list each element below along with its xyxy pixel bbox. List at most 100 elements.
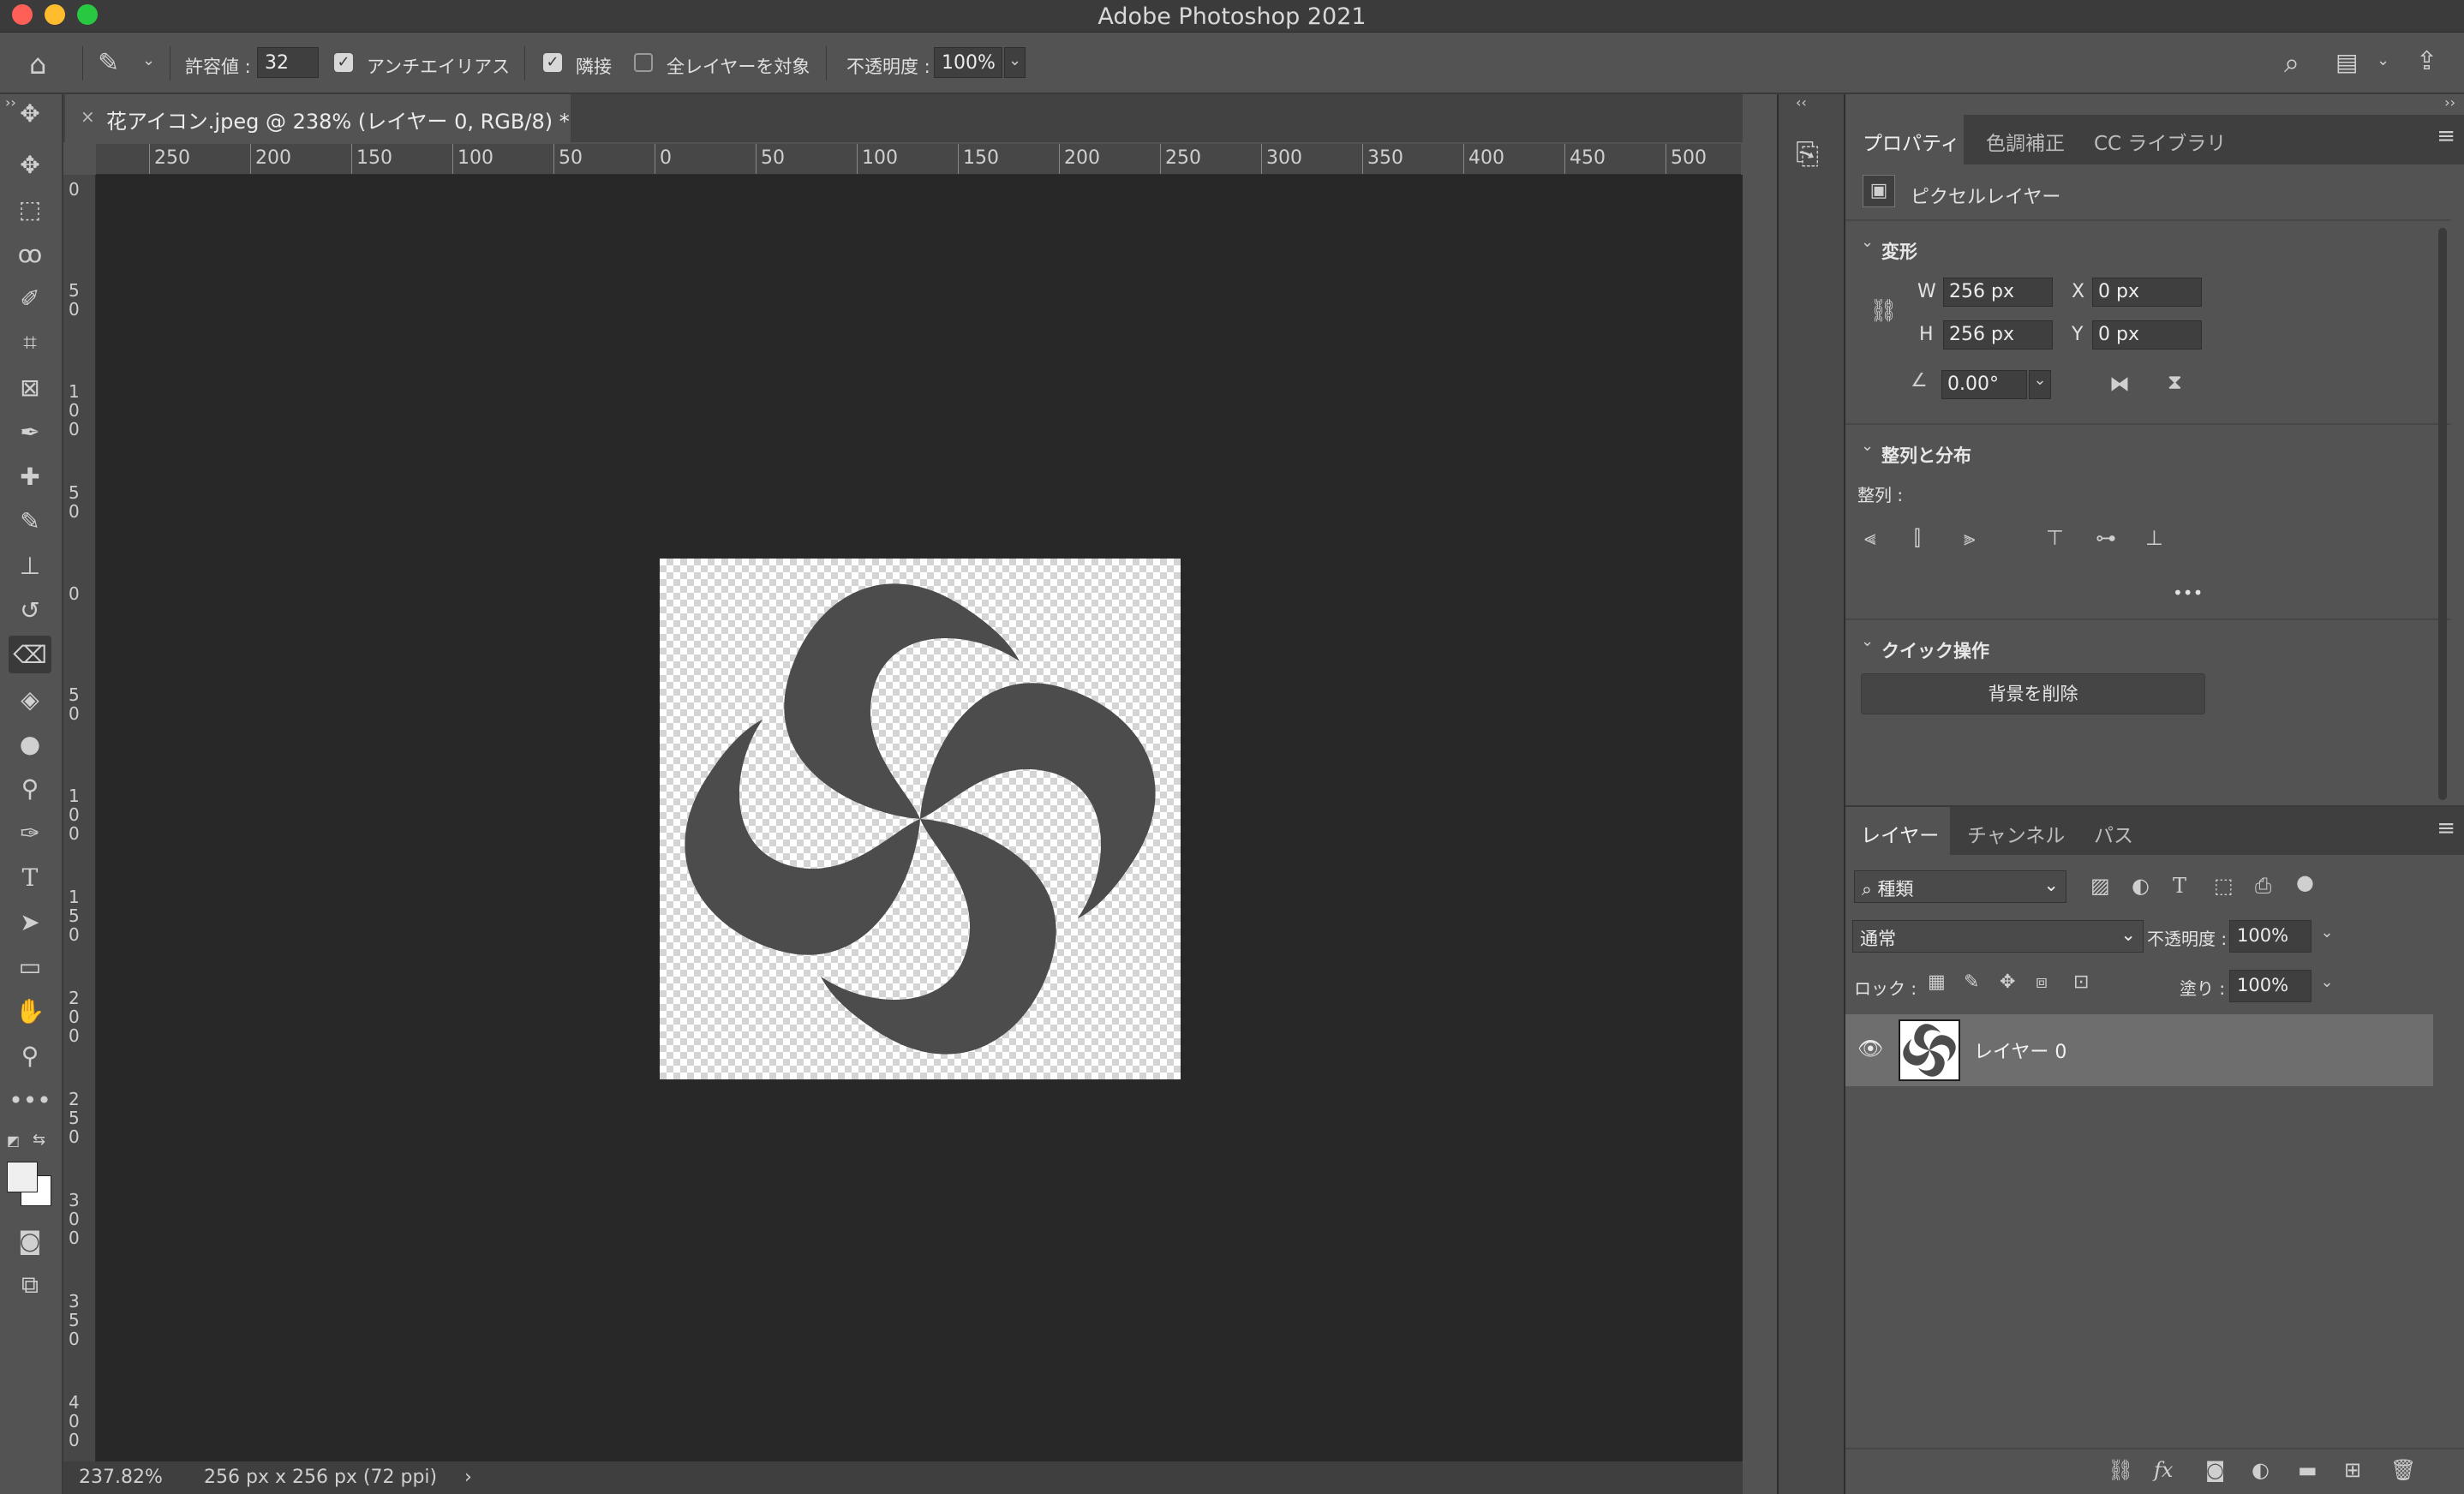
remove-background-button[interactable]: 背景を削除 [1861,673,2205,714]
opacity-input[interactable]: 100% [934,47,1002,78]
history-panel-icon[interactable]: ⎘ [1796,137,1819,171]
align-bottom-icon[interactable]: ⊥ [2145,526,2163,550]
quick-mask-icon[interactable]: ◙ [9,1222,51,1259]
paint-bucket-tool-icon[interactable]: ◈ [9,680,51,718]
layer-opacity-field[interactable]: 100% [2229,920,2311,953]
filter-smart-object-icon[interactable]: ⎙ [2255,874,2271,898]
new-layer-icon[interactable]: ⊞ [2344,1458,2361,1482]
trash-icon[interactable]: 🗑 [2390,1458,2416,1482]
pen-tool-icon[interactable]: ✑ [9,814,51,852]
frame-tool-icon[interactable]: ⊠ [9,368,51,406]
history-brush-tool-icon[interactable]: ↺ [9,591,51,629]
tab-adjustments[interactable]: 色調補正 [1986,127,2065,156]
tab-paths[interactable]: パス [2094,819,2133,848]
zoom-tool-icon[interactable]: ⚲ [9,1037,51,1074]
screen-mode-icon[interactable]: ⧉ [9,1266,51,1304]
move-tool-icon[interactable]: ✥ [9,146,51,183]
flip-vertical-icon[interactable]: ⧗ [2168,370,2182,394]
quick-actions-collapse-chevron-icon[interactable]: ⌄ [1861,632,1874,650]
collapse-dock-icon[interactable]: ‹‹ [1796,94,1807,111]
eyedropper-tool-icon[interactable]: ✒ [9,413,51,451]
link-dimensions-icon[interactable]: ⛓ [1869,298,1898,324]
y-field[interactable]: 0 px [2092,320,2202,350]
tolerance-input[interactable]: 32 [257,47,319,78]
path-selection-tool-icon[interactable]: ➤ [9,903,51,941]
angle-field[interactable]: 0.00° [1941,370,2027,399]
angle-chevron-down-icon[interactable]: ⌄ [2029,370,2051,399]
fx-icon[interactable]: fx [2154,1458,2173,1482]
lock-all-icon[interactable]: ⊡ [2073,971,2089,993]
filter-pixel-icon[interactable]: ▨ [2090,874,2110,898]
document-tab[interactable]: × 花アイコン.jpeg @ 238% (レイヤー 0, RGB/8) * [65,94,571,142]
lock-image-pixels-icon[interactable]: ✎ [1964,971,1979,993]
align-horizontal-center-icon[interactable]: ⫿ [1914,526,1921,550]
workspace-chevron-down-icon[interactable]: ⌄ [2377,51,2389,69]
type-tool-icon[interactable]: T [9,858,51,896]
collapse-panels-icon[interactable]: ›› [2444,94,2455,111]
healing-brush-tool-icon[interactable]: ✚ [9,457,51,495]
layer-filter-dropdown[interactable]: ⌕ 種類 ⌄ [1854,870,2066,903]
fill-chevron-icon[interactable]: ⌄ [2315,970,2339,1002]
eye-visibility-icon[interactable]: 👁 [1857,1037,1883,1061]
move-tool-icon[interactable]: ✥ [9,94,51,132]
magic-wand-tool-icon[interactable]: ✎ [98,48,119,78]
blur-tool-icon[interactable]: ● [9,725,51,762]
layer-name[interactable]: レイヤー 0 [1974,1037,2066,1064]
align-top-icon[interactable]: ⊤ [2046,526,2064,550]
rectangle-tool-icon[interactable]: ▭ [9,947,51,985]
layer-opacity-chevron-icon[interactable]: ⌄ [2315,920,2339,953]
dodge-tool-icon[interactable]: ⚲ [9,769,51,807]
share-icon[interactable]: ⇪ [2416,46,2437,76]
quick-selection-tool-icon[interactable]: ✐ [9,279,51,317]
document-image[interactable] [660,559,1181,1079]
tab-cc-libraries[interactable]: CC ライブラリ [2094,127,2226,156]
more-tools-icon[interactable]: ••• [9,1081,51,1119]
layers-panel-menu-icon[interactable]: ≡ [2437,816,2455,841]
lock-position-icon[interactable]: ✥ [2000,971,2015,993]
more-align-options-icon[interactable]: ••• [2173,583,2203,603]
brush-tool-icon[interactable]: ✎ [9,502,51,540]
home-icon[interactable]: ⌂ [29,48,46,81]
zoom-level[interactable]: 237.82% [79,1467,163,1488]
align-vertical-center-icon[interactable]: ⊶ [2096,526,2116,550]
antialias-checkbox[interactable]: ✓ [334,53,353,72]
blend-mode-dropdown[interactable]: 通常 ⌄ [1852,920,2144,953]
workspace-icon[interactable]: ▤ [2335,48,2358,76]
all-layers-checkbox[interactable] [634,53,653,72]
filter-type-icon[interactable]: T [2173,874,2186,898]
close-document-icon[interactable]: × [81,106,95,127]
align-right-icon[interactable]: ⫸ [1964,526,1976,550]
flip-horizontal-icon[interactable]: ⧓ [2109,372,2130,396]
adjustment-layer-icon[interactable]: ◐ [2252,1458,2270,1482]
eraser-tool-icon[interactable]: ⌫ [9,636,51,673]
tab-properties[interactable]: プロパティ [1863,127,1960,156]
lock-artboard-icon[interactable]: ⧈ [2036,971,2048,993]
contiguous-checkbox[interactable]: ✓ [543,53,562,72]
hand-tool-icon[interactable]: ✋ [9,992,51,1030]
height-field[interactable]: 256 px [1943,320,2053,350]
layer-row[interactable]: 👁 レイヤー 0 [1845,1014,2433,1086]
transform-collapse-chevron-icon[interactable]: ⌄ [1861,233,1874,251]
default-colors-icon[interactable]: ◩ [7,1132,20,1149]
add-mask-icon[interactable]: ◙ [2205,1458,2225,1482]
tab-channels[interactable]: チャンネル [1967,819,2065,848]
width-field[interactable]: 256 px [1943,278,2053,307]
x-field[interactable]: 0 px [2092,278,2202,307]
status-menu-arrow-icon[interactable]: › [464,1467,472,1488]
properties-scrollbar[interactable] [2438,228,2447,800]
tool-preset-chevron-down-icon[interactable]: ⌄ [142,51,155,69]
tab-layers[interactable]: レイヤー [1861,819,1939,848]
crop-tool-icon[interactable]: ⌗ [9,324,51,362]
fill-field[interactable]: 100% [2229,970,2311,1002]
opacity-chevron-down-icon[interactable]: ⌄ [1004,47,1026,78]
align-left-icon[interactable]: ⫷ [1864,526,1876,550]
swap-colors-icon[interactable]: ⇆ [33,1131,45,1149]
filter-shape-icon[interactable]: ⬚ [2214,874,2234,898]
link-layers-icon[interactable]: ⛓ [2108,1458,2133,1482]
marquee-tool-icon[interactable]: ⬚ [9,190,51,228]
lock-transparent-pixels-icon[interactable]: ▦ [1928,971,1946,993]
search-icon[interactable]: ⌕ [2284,46,2300,80]
align-collapse-chevron-icon[interactable]: ⌄ [1861,437,1874,455]
lasso-tool-icon[interactable]: ꝏ [9,235,51,272]
clone-stamp-tool-icon[interactable]: ⊥ [9,547,51,584]
